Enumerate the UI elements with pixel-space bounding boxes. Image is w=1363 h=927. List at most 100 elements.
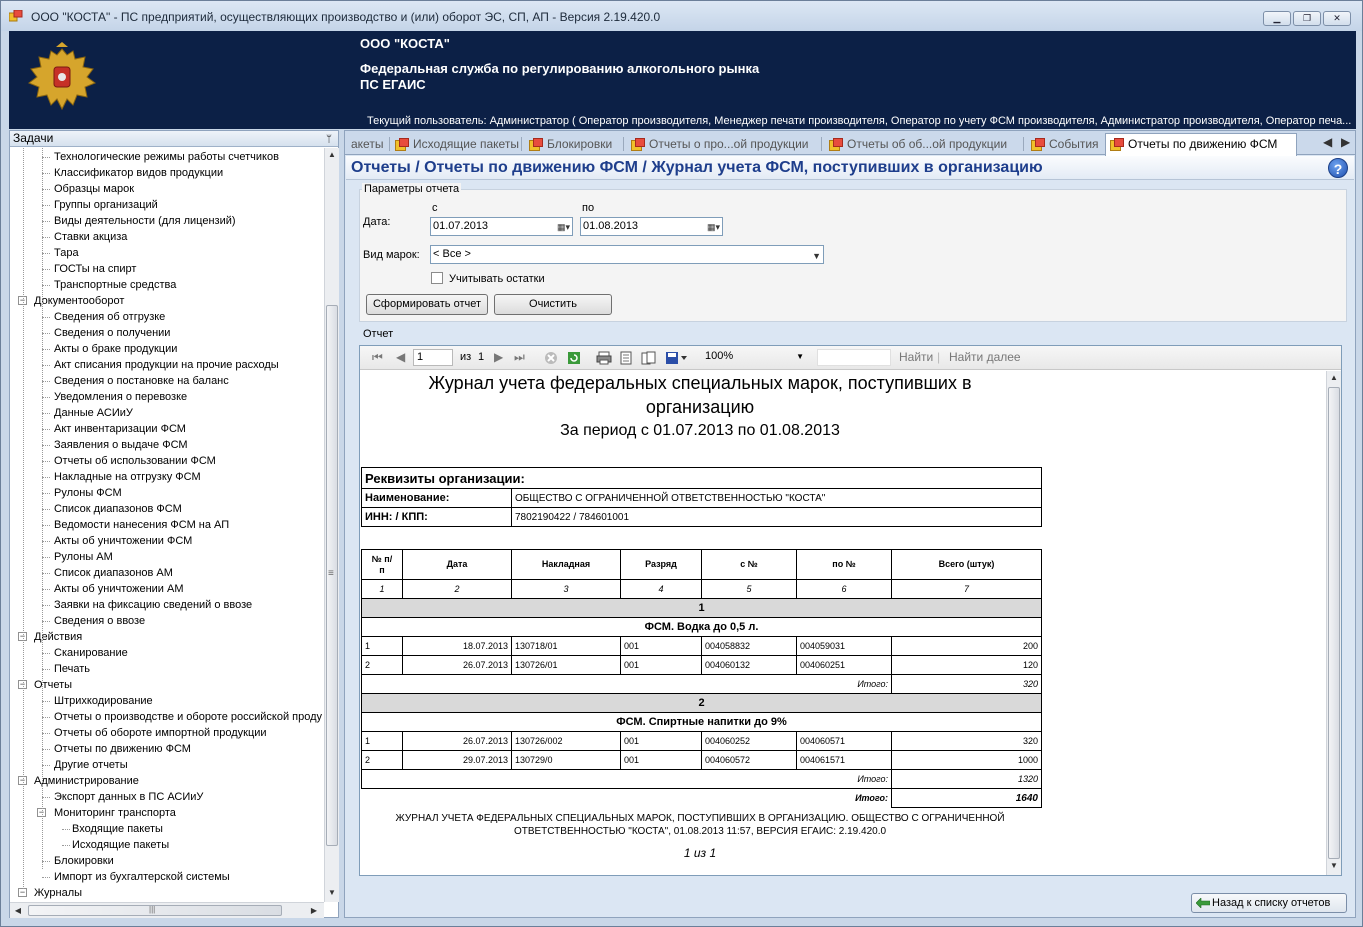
tab-item[interactable]: Исходящие пакеты [391, 134, 519, 155]
tree-item[interactable]: Сведения о получении [54, 325, 170, 341]
tree-item[interactable]: Виды деятельности (для лицензий) [54, 213, 236, 229]
mark-type-select[interactable]: < Все > ▼ [430, 245, 824, 264]
pin-icon[interactable]: ᛘ [326, 132, 332, 147]
tree-item[interactable]: Данные АСИиУ [54, 405, 133, 421]
tree-item[interactable]: Технологические режимы работы счетчиков [54, 149, 279, 165]
tree-item[interactable]: Импорт из бухгалтерской системы [54, 869, 230, 885]
tree-item[interactable]: Документооборот [34, 293, 124, 309]
print-layout-icon[interactable] [619, 351, 633, 365]
tree-item[interactable]: Сканирование [54, 645, 128, 661]
tree-item[interactable]: Заявления о выдаче ФСМ [54, 437, 188, 453]
tab-item[interactable]: Отчеты о про...ой продукции [627, 134, 819, 155]
tree-vertical-scrollbar[interactable]: ▲ ≡ ▼ [324, 148, 339, 902]
tree-item[interactable]: Ставки акциза [54, 229, 127, 245]
calendar-dropdown-icon[interactable]: ▦▾ [707, 219, 720, 236]
tree-item[interactable]: Журналы [34, 885, 82, 901]
calendar-dropdown-icon[interactable]: ▦▾ [557, 219, 570, 236]
date-from-picker[interactable]: 01.07.2013 ▦▾ [430, 217, 573, 236]
help-icon[interactable]: ? [1328, 158, 1348, 178]
tree-item[interactable]: Сведения об отгрузке [54, 309, 165, 325]
tree-item[interactable]: Накладные на отгрузку ФСМ [54, 469, 201, 485]
tree-item[interactable]: Отчеты об обороте импортной продукции [54, 725, 267, 741]
back-to-reports-button[interactable]: Назад к списку отчетов [1191, 893, 1347, 913]
tree-item[interactable]: Уведомления о перевозке [54, 389, 187, 405]
tree-item[interactable]: Сведения о постановке на баланс [54, 373, 229, 389]
export-icon[interactable] [665, 351, 687, 365]
tree-item[interactable]: Исходящие пакеты [72, 837, 169, 853]
tree-item[interactable]: Администрирование [34, 773, 139, 789]
tree-item[interactable]: Тара [54, 245, 79, 261]
tree-item[interactable]: Рулоны ФСМ [54, 485, 122, 501]
minimize-button[interactable]: ▁ [1263, 11, 1291, 26]
tree-item[interactable]: Заявки на фиксацию сведений о ввозе [54, 597, 252, 613]
last-page-icon[interactable]: ⏭ [514, 350, 525, 364]
tree-item[interactable]: Акты об уничтожении АМ [54, 581, 184, 597]
search-input[interactable] [817, 349, 891, 366]
tab-prev-icon[interactable]: ◀ [1323, 135, 1332, 149]
first-page-icon[interactable]: ⏮ [372, 350, 383, 364]
tab-item[interactable]: Отчеты по движению ФСМ [1105, 133, 1297, 156]
tree-item[interactable]: Список диапазонов АМ [54, 565, 173, 581]
scroll-right-icon[interactable]: ▶ [309, 906, 319, 915]
scroll-up-icon[interactable]: ▲ [325, 150, 339, 159]
tab-item[interactable]: акеты [347, 134, 387, 155]
tree-item[interactable]: Акты об уничтожении ФСМ [54, 533, 192, 549]
tab-item[interactable]: Отчеты об об...ой продукции [825, 134, 1021, 155]
tree-item[interactable]: Экспорт данных в ПС АСИиУ [54, 789, 203, 805]
tree-item[interactable]: Рулоны АМ [54, 549, 113, 565]
tree-item[interactable]: ГОСТы на спирт [54, 261, 136, 277]
tree-item[interactable]: Отчеты об использовании ФСМ [54, 453, 216, 469]
tree-item[interactable]: Мониторинг транспорта [54, 805, 176, 821]
collapse-toggle-icon[interactable]: − [18, 888, 27, 897]
maximize-button[interactable]: ❐ [1293, 11, 1321, 26]
clear-button[interactable]: Очистить [494, 294, 612, 315]
tree-item[interactable]: Группы организаций [54, 197, 158, 213]
scroll-down-icon[interactable]: ▼ [1327, 861, 1341, 870]
tab-next-icon[interactable]: ▶ [1341, 135, 1350, 149]
tree-item[interactable]: Печать [54, 661, 90, 677]
tree-item[interactable]: Список диапазонов ФСМ [54, 501, 182, 517]
build-report-button[interactable]: Сформировать отчет [366, 294, 488, 315]
find-button[interactable]: Найти [899, 350, 933, 364]
tree-scroll-thumb[interactable]: ≡ [326, 305, 338, 846]
tree-item[interactable]: Сведения о ввозе [54, 613, 145, 629]
report-vertical-scrollbar[interactable]: ▲ ▼ [1326, 371, 1341, 875]
page-number-input[interactable]: 1 [413, 349, 453, 366]
find-next-button[interactable]: Найти далее [949, 350, 1021, 364]
chevron-down-icon[interactable]: ▼ [812, 248, 821, 265]
scroll-down-icon[interactable]: ▼ [325, 888, 339, 897]
tree-item[interactable]: Блокировки [54, 853, 114, 869]
tree-item[interactable]: Ведомости нанесения ФСМ на АП [54, 517, 229, 533]
refresh-icon[interactable] [567, 351, 581, 365]
balance-checkbox[interactable] [431, 272, 443, 284]
tree-item[interactable]: Классификатор видов продукции [54, 165, 223, 181]
scroll-up-icon[interactable]: ▲ [1327, 373, 1341, 382]
tree-item[interactable]: Отчеты [34, 677, 72, 693]
tree-item[interactable]: Образцы марок [54, 181, 134, 197]
tree-hscroll-thumb[interactable]: ||| [28, 905, 282, 916]
tree-horizontal-scrollbar[interactable]: ◀ ||| ▶ [10, 902, 324, 918]
tree-item[interactable]: Другие отчеты [54, 757, 128, 773]
prev-page-icon[interactable]: ◀ [396, 350, 405, 364]
tab-item[interactable]: События [1027, 134, 1103, 155]
tree-item[interactable]: Транспортные средства [54, 277, 176, 293]
zoom-select[interactable]: 100% ▼ [702, 349, 806, 366]
tree-item[interactable]: Акт списания продукции на прочие расходы [54, 357, 279, 373]
chevron-down-icon[interactable]: ▼ [796, 349, 804, 364]
stop-icon[interactable] [544, 351, 558, 365]
tree-item[interactable]: Отчеты о производстве и обороте российск… [54, 709, 322, 725]
tree-item[interactable]: Штрихкодирование [54, 693, 153, 709]
scroll-left-icon[interactable]: ◀ [13, 906, 23, 915]
close-button[interactable]: ✕ [1323, 11, 1351, 26]
tab-item[interactable]: Блокировки [525, 134, 621, 155]
print-icon[interactable] [596, 351, 612, 365]
date-label: Дата: [363, 216, 391, 228]
date-to-picker[interactable]: 01.08.2013 ▦▾ [580, 217, 723, 236]
page-setup-icon[interactable] [641, 351, 657, 365]
tree-item[interactable]: Отчеты по движению ФСМ [54, 741, 191, 757]
tree-item[interactable]: Акт инвентаризации ФСМ [54, 421, 186, 437]
tree-item[interactable]: Акты о браке продукции [54, 341, 177, 357]
next-page-icon[interactable]: ▶ [494, 350, 503, 364]
report-scroll-thumb[interactable] [1328, 387, 1340, 859]
tree-item[interactable]: Входящие пакеты [72, 821, 163, 837]
